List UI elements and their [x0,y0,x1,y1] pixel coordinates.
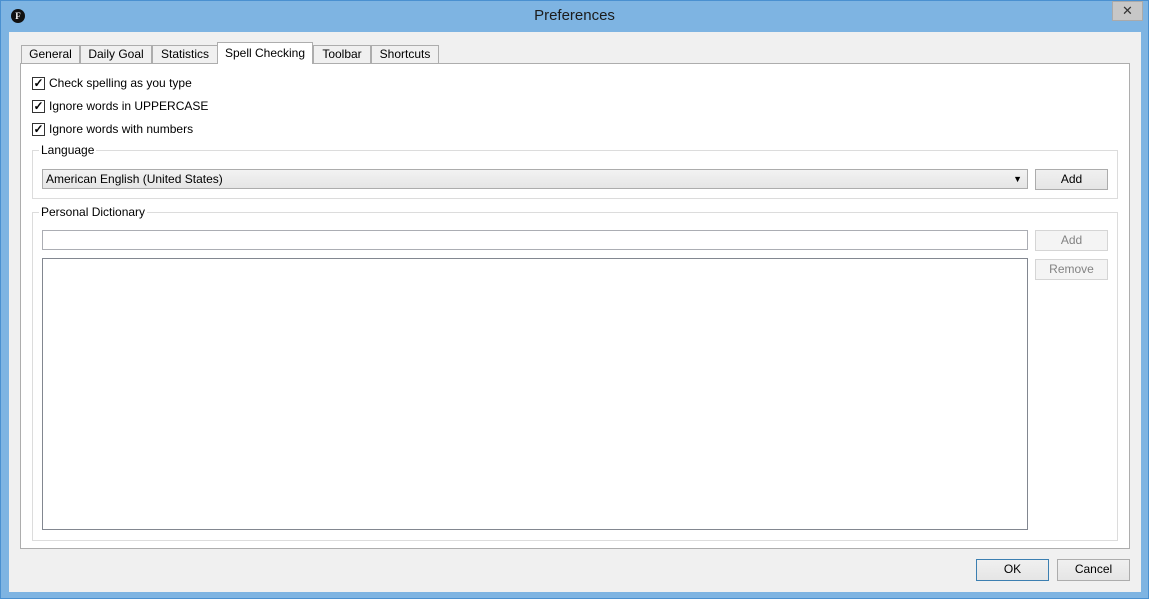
personal-dictionary-group-label: Personal Dictionary [39,205,148,219]
chevron-down-icon[interactable]: ▼ [1013,170,1022,188]
check-spelling-option[interactable]: ✓ Check spelling as you type [32,75,192,91]
language-selected-value: American English (United States) [46,172,223,186]
close-button[interactable]: ✕ [1112,1,1143,21]
language-group: Language American English (United States… [32,143,1118,199]
check-spelling-checkbox[interactable]: ✓ [32,76,45,90]
ignore-numbers-checkbox[interactable]: ✓ [32,122,45,136]
window-title: Preferences [534,7,615,24]
language-select[interactable]: American English (United States) ▼ [42,169,1028,189]
ignore-uppercase-checkbox[interactable]: ✓ [32,99,45,113]
title-bar[interactable]: F Preferences ✕ [1,1,1148,32]
language-add-button[interactable]: Add [1035,169,1108,190]
cancel-button[interactable]: Cancel [1057,559,1130,581]
ignore-numbers-label: Ignore words with numbers [49,122,194,136]
spell-checking-panel: ✓ Check spelling as you type ✓ Ignore wo… [20,63,1130,549]
ignore-uppercase-label: Ignore words in UPPERCASE [49,99,209,113]
preferences-window: F Preferences ✕ General Daily Goal Stati… [0,0,1149,599]
tab-statistics[interactable]: Statistics [152,45,218,63]
dictionary-word-input[interactable] [42,230,1028,250]
dictionary-word-list[interactable] [42,258,1028,530]
tab-general[interactable]: General [21,45,80,63]
ok-button[interactable]: OK [976,559,1049,581]
close-icon: ✕ [1122,3,1133,18]
tab-daily-goal[interactable]: Daily Goal [80,45,152,63]
check-spelling-label: Check spelling as you type [49,76,192,90]
ignore-uppercase-option[interactable]: ✓ Ignore words in UPPERCASE [32,98,208,114]
dialog-body: General Daily Goal Statistics Spell Chec… [9,32,1141,592]
tab-spell-checking[interactable]: Spell Checking [217,42,313,64]
personal-dictionary-group: Personal Dictionary Add Remove [32,205,1118,541]
language-group-label: Language [39,143,97,157]
ignore-numbers-option[interactable]: ✓ Ignore words with numbers [32,121,193,137]
dictionary-remove-button[interactable]: Remove [1035,259,1108,280]
tab-shortcuts[interactable]: Shortcuts [371,45,439,63]
tab-toolbar[interactable]: Toolbar [313,45,371,63]
dictionary-add-button[interactable]: Add [1035,230,1108,251]
